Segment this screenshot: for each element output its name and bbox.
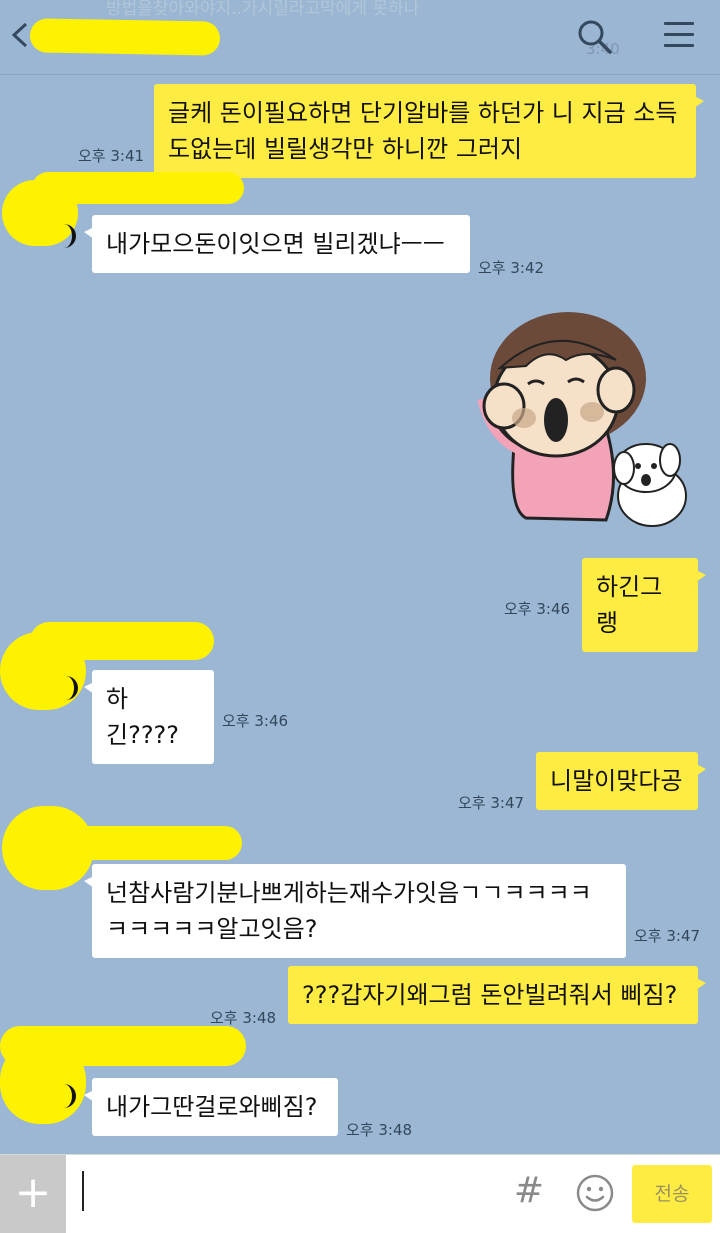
message-time: 오후 3:41 xyxy=(78,147,145,165)
message-text: 내가그딴걸로와삐짐? xyxy=(106,1093,318,1121)
my-message-bubble[interactable]: ???갑자기왜그럼 돈안빌려줘서 삐짐? xyxy=(288,966,706,1024)
message-time: 오후 3:48 xyxy=(346,1121,413,1139)
censored-avatar xyxy=(0,632,86,710)
my-message-bubble[interactable]: 하긴그랭 xyxy=(582,558,706,652)
my-message-bubble[interactable]: 글케 돈이필요하면 단기알바를 하던가 니 지금 소득도없는데 빌릴생각만 하니… xyxy=(154,84,704,178)
message-text: 하긴그랭 xyxy=(596,573,663,637)
girl-and-dog-sticker[interactable] xyxy=(456,308,700,536)
hamburger-menu-icon[interactable] xyxy=(664,22,694,52)
censored-avatar xyxy=(2,806,94,890)
my-message-bubble[interactable]: 니말이맞다공 xyxy=(536,752,706,810)
message-time: 오후 3:48 xyxy=(210,1009,277,1027)
message-text: 내가모으돈이잇으면 빌리겠냐ㅡㅡ xyxy=(106,230,445,258)
message-text: 글케 돈이필요하면 단기알바를 하던가 니 지금 소득도없는데 빌릴생각만 하니… xyxy=(168,99,678,163)
received-message-bubble[interactable]: 내가모으돈이잇으면 빌리겠냐ㅡㅡ xyxy=(84,215,470,273)
smiley-icon[interactable] xyxy=(575,1173,615,1213)
received-message-bubble[interactable]: 넌참사람기분나쁘게하는재수가잇음ㄱㄱㅋㅋㅋㅋ ㅋㅋㅋㅋㅋ알고잇음? xyxy=(84,864,626,958)
message-time: 오후 3:42 xyxy=(478,259,545,277)
censored-chat-title xyxy=(29,18,221,56)
back-chevron-icon[interactable] xyxy=(8,20,32,50)
message-input-bar: + # 전송 xyxy=(0,1154,720,1233)
attach-plus-button[interactable]: + xyxy=(0,1155,66,1233)
chat-header: 방법을찾아와야지..가시릴라고막에게 못하나 3:40 xyxy=(0,0,720,75)
notice-preview[interactable]: 방법을찾아와야지..가시릴라고막에게 못하나 xyxy=(106,0,419,20)
message-time: 오후 3:47 xyxy=(634,927,701,945)
message-text: 넌참사람기분나쁘게하는재수가잇음ㄱㄱㅋㅋㅋㅋ ㅋㅋㅋㅋㅋ알고잇음? xyxy=(106,879,592,943)
message-text: 니말이맞다공 xyxy=(550,767,683,795)
censored-avatar xyxy=(0,1040,86,1124)
search-icon[interactable] xyxy=(576,18,614,56)
message-text: ???갑자기왜그럼 돈안빌려줘서 삐짐? xyxy=(302,981,678,1009)
received-message-bubble[interactable]: 하긴???? xyxy=(84,670,214,764)
message-input-field[interactable] xyxy=(82,1171,84,1211)
message-time: 오후 3:46 xyxy=(504,600,571,618)
message-text: 하긴???? xyxy=(106,685,180,749)
message-time: 오후 3:46 xyxy=(222,712,289,730)
send-button[interactable]: 전송 xyxy=(632,1165,712,1223)
received-message-bubble[interactable]: 내가그딴걸로와삐짐? xyxy=(84,1078,338,1136)
message-time: 오후 3:47 xyxy=(458,794,525,812)
hash-search-button[interactable]: # xyxy=(512,1171,546,1211)
